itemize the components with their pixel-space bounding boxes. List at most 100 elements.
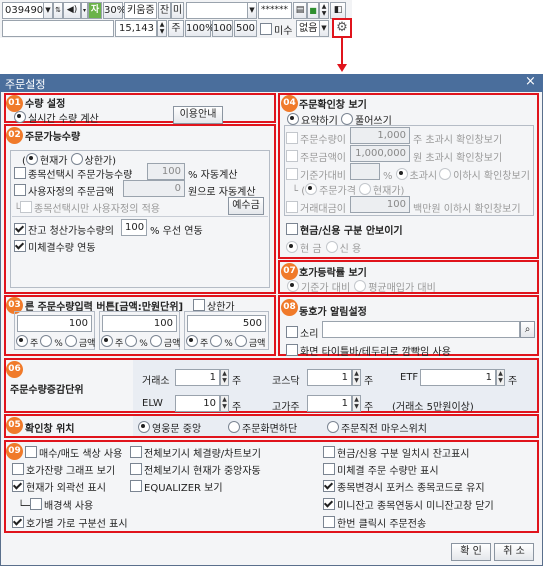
credit-select[interactable]: 없음 xyxy=(296,20,320,37)
sel-stock-suffix: % 자동계산 xyxy=(188,170,238,181)
trade-amount-suffix: 백만원 이하시 확인창보기 xyxy=(413,204,521,215)
base-price-input[interactable] xyxy=(350,163,380,180)
qty-button-value-1[interactable]: 100 xyxy=(17,315,92,332)
qty-button-options-3[interactable]: 주% 금액 xyxy=(186,335,265,349)
qty-confirm-input[interactable]: 1,000 xyxy=(350,127,410,144)
liquidation-label: 잔고 청산가능수량의 xyxy=(28,226,114,237)
position-bottom-radio[interactable]: 주문화면하단 xyxy=(228,420,297,435)
flash-checkbox[interactable]: 화면 타이틀바/테두리로 깜빡임 사용 xyxy=(286,343,451,358)
badge-02: 02 xyxy=(6,127,23,144)
sound-file-input[interactable] xyxy=(322,321,520,338)
liquidation-checkbox[interactable]: 잔고 청산가능수량의 xyxy=(14,222,114,237)
document-icon[interactable]: ▤ xyxy=(293,2,307,19)
opt-one-click-order[interactable]: 한번 클릭시 주문전송 xyxy=(323,515,426,530)
qty-100-button[interactable]: 100 xyxy=(212,20,233,37)
spin-icon[interactable]: ▲ ▼ xyxy=(352,395,361,412)
deposit-button[interactable]: 예수금 xyxy=(228,197,264,215)
sub-apply-label: 종목선택시만 사용자정의 적용 xyxy=(34,204,160,215)
spin-icon[interactable]: ▲ ▼ xyxy=(220,395,229,412)
amount-confirm-input[interactable]: 1,000,000 xyxy=(350,145,410,162)
sort-icon[interactable]: ⇅ xyxy=(53,2,63,19)
liquidation-input[interactable]: 100 xyxy=(121,219,147,236)
spin-icon[interactable]: ▲ ▼ xyxy=(496,369,505,386)
trade-amount-checkbox[interactable]: 거래대금이 xyxy=(286,200,346,215)
opt-orderbook-graph[interactable]: 호가잔량 그래프 보기 xyxy=(12,462,115,477)
opt-buy-sell-color[interactable]: 매수/매도 색상 사용 xyxy=(25,445,122,460)
user-amount-checkbox[interactable]: 사용자정의 주문금액 xyxy=(14,183,114,198)
position-mouse-radio[interactable]: 주문직전 마우스위치 xyxy=(327,420,427,435)
qty-confirm-checkbox[interactable]: 주문수량이 xyxy=(286,131,346,146)
unfilled-checkbox[interactable]: 미수 xyxy=(260,22,292,37)
spin-icon[interactable]: ▲ ▼ xyxy=(319,2,329,19)
price-input[interactable] xyxy=(2,20,114,37)
sub-apply-checkbox[interactable]: └ 종목선택시만 사용자정의 적용 xyxy=(14,200,160,215)
spin-icon[interactable]: ▲ ▼ xyxy=(352,369,361,386)
sound-checkbox[interactable]: 소리 xyxy=(286,325,318,340)
unfilled-link-checkbox[interactable]: 미체결수량 연동 xyxy=(14,239,96,254)
auto-icon[interactable]: 자 xyxy=(88,2,102,19)
search-icon[interactable]: ⌕ xyxy=(520,321,535,338)
qty-button-value-3[interactable]: 500 xyxy=(187,315,266,332)
dropdown-arrow-icon[interactable]: ▼ xyxy=(319,20,329,37)
position-center-radio[interactable]: 영웅문 중앙 xyxy=(138,420,201,435)
account-select[interactable]: 039490 xyxy=(2,2,44,19)
kosdaq-input[interactable]: 1 xyxy=(307,369,352,386)
dropdown-arrow-icon[interactable]: ▼ xyxy=(43,2,53,19)
close-icon[interactable]: × xyxy=(525,75,536,89)
high-price-input[interactable]: 1 xyxy=(307,395,352,412)
opt-full-view-center[interactable]: 전체보기시 현재가 중앙자동 xyxy=(130,462,261,477)
opt-close-mini-balance[interactable]: 미니잔고 종목연동시 미니잔고창 닫기 xyxy=(323,497,494,512)
hide-cash-credit-checkbox[interactable]: 현금/신용 구분 안보이기 xyxy=(286,222,403,237)
realtime-qty-radio[interactable]: 실시간 수량 계산 xyxy=(14,110,99,125)
password-input[interactable]: ****** xyxy=(258,2,292,19)
trade-amount-input[interactable]: 100 xyxy=(350,196,410,213)
panel-icon[interactable]: ◧ xyxy=(330,2,346,19)
sel-stock-checkbox[interactable]: 종목선택시 주문가능수량 xyxy=(14,166,132,181)
unfilled-button[interactable]: 미 xyxy=(171,2,184,19)
radio-icon xyxy=(70,153,83,165)
opt-equalizer[interactable]: EQUALIZER 보기 xyxy=(130,479,223,494)
settings-gear-icon[interactable]: ⚙ xyxy=(332,18,352,38)
volume-icon[interactable]: ◀) xyxy=(63,2,81,19)
amount-confirm-checkbox[interactable]: 주문금액이 xyxy=(286,149,346,164)
cash-credit-radios[interactable]: 현 금신 용 xyxy=(286,240,361,255)
base-price-options[interactable]: % 초과시 이하시 확인창보기 xyxy=(383,167,530,182)
exchange-input[interactable]: 1 xyxy=(175,369,220,386)
opt-cash-credit-balance[interactable]: 현금/신용 구분 일치시 잔고표시 xyxy=(323,445,470,460)
badge-06: 06 xyxy=(6,361,23,378)
spin-icon[interactable]: ▲ ▼ xyxy=(157,20,167,37)
percent-button[interactable]: 30% xyxy=(103,2,126,19)
scroll-icon[interactable]: ▾ xyxy=(81,2,88,19)
usage-guide-button[interactable]: 이용안내 xyxy=(173,106,223,124)
pointer-arrow xyxy=(341,38,343,65)
opt-full-view-chart[interactable]: 전체보기시 체결량/차트보기 xyxy=(130,445,261,460)
broker-field[interactable]: 키움증 xyxy=(124,2,157,19)
qty-button-value-2[interactable]: 100 xyxy=(102,315,177,332)
user-amount-input[interactable]: 0 xyxy=(123,180,185,197)
cancel-button[interactable]: 취 소 xyxy=(494,543,534,561)
opt-background-color[interactable]: └─ 배경색 사용 xyxy=(18,497,93,512)
elw-input[interactable]: 10 xyxy=(175,395,220,412)
ok-button[interactable]: 확 인 xyxy=(451,543,491,561)
etf-input[interactable]: 1 xyxy=(420,369,496,386)
opt-unfilled-only[interactable]: 미체결 주문 수량만 표시 xyxy=(323,462,439,477)
base-price-checkbox[interactable]: 기준가대비 xyxy=(286,167,346,182)
qty-100pct-button[interactable]: 100% xyxy=(185,20,215,37)
price-change-radios[interactable]: 기준가 대비 평균매입가 대비 xyxy=(287,279,436,294)
qty-input[interactable]: 15,143 xyxy=(115,20,157,37)
balance-button[interactable]: 잔 xyxy=(158,2,171,19)
code-input[interactable] xyxy=(186,2,248,19)
opt-row-separator[interactable]: 호가별 가로 구분선 표시 xyxy=(12,515,128,530)
price-basis-options[interactable]: └ (주문가격 현재가) xyxy=(292,182,404,197)
qty-button-options-1[interactable]: 주% 금액 xyxy=(16,335,95,349)
opt-keep-focus[interactable]: 종목변경시 포커스 종목코드로 유지 xyxy=(323,479,485,494)
green-checkbox-icon[interactable]: ■ xyxy=(307,2,319,19)
opt-current-outline[interactable]: 현재가 외곽선 표시 xyxy=(12,479,106,494)
dropdown-arrow-icon[interactable]: ▼ xyxy=(247,2,257,19)
unit-button[interactable]: 주 xyxy=(168,20,184,37)
qty-500-button[interactable]: 500 xyxy=(234,20,257,37)
spin-icon[interactable]: ▲ ▼ xyxy=(220,369,229,386)
sel-stock-input[interactable]: 100 xyxy=(147,163,185,180)
dialog-titlebar xyxy=(0,74,543,92)
qty-button-options-2[interactable]: 주% 금액 xyxy=(101,335,180,349)
